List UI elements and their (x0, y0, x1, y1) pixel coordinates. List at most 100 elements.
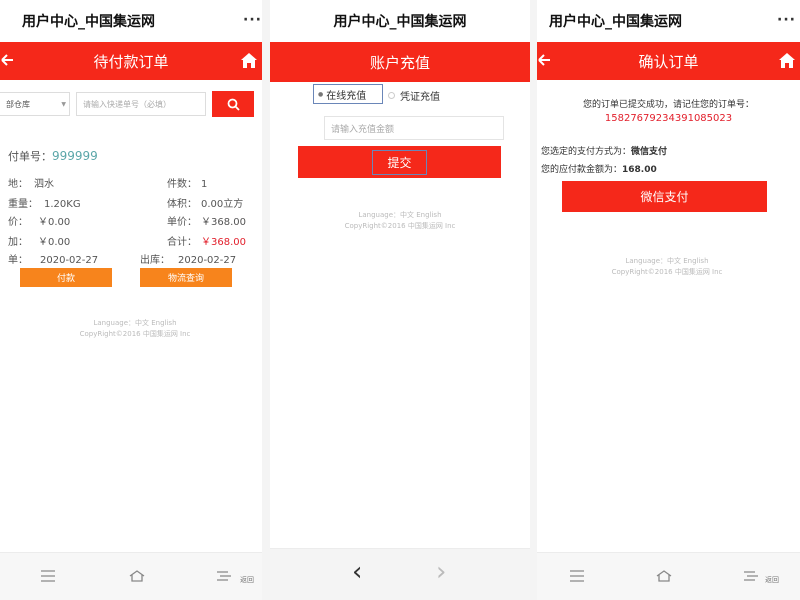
surcharge-field: 加： ￥0.00 (8, 233, 70, 248)
track-shipment-button[interactable]: 物流查询 (140, 268, 232, 287)
weight-field: 重量： 1.20KG (8, 195, 81, 210)
panel-gap (262, 0, 270, 600)
radio-dot-icon: ● (318, 90, 324, 98)
page-title: 账户充值 (369, 53, 430, 72)
window-title: 用户中心_中国集运网 (22, 14, 155, 30)
account-recharge-screen: 用户中心_中国集运网 账户充值 ● 在线充值 凭证充值 请输入充值金额 提交 L… (270, 0, 530, 600)
window-titlebar: 用户中心_中国集运网 (270, 0, 530, 42)
back-chevron-icon[interactable]: ‹ (352, 557, 362, 587)
return-icon[interactable] (743, 569, 759, 583)
amount-due-value: 168.00 (622, 165, 657, 175)
field-label: 价： (8, 217, 28, 228)
window-title: 用户中心_中国集运网 (549, 14, 682, 30)
field-label: 加： (8, 237, 28, 248)
home-icon[interactable] (240, 51, 258, 69)
amount-input[interactable]: 请输入充值金额 (324, 116, 504, 140)
copyright: CopyRight©2016 中国集运网 Inc (611, 268, 723, 276)
home-outline-icon[interactable] (128, 569, 146, 583)
copyright: CopyRight©2016 中国集运网 Inc (344, 222, 456, 230)
page-header: 账户充值 (270, 42, 530, 82)
destination-field: 地： 泗水 (8, 175, 54, 190)
field-label: 出库： (140, 255, 170, 266)
submit-label: 提交 (372, 149, 427, 175)
return-icon[interactable] (216, 569, 232, 583)
unit-price-field: 单价： ￥368.00 (167, 213, 246, 228)
copyright: CopyRight©2016 中国集运网 Inc (79, 330, 191, 338)
field-label: 重量： (8, 199, 38, 210)
order-number-row: 付单号：999999 (8, 148, 98, 164)
wechat-pay-button[interactable]: 微信支付 (562, 181, 767, 212)
page-title: 确认订单 (638, 52, 699, 71)
window-title: 用户中心_中国集运网 (333, 14, 467, 30)
field-value: 泗水 (34, 179, 54, 190)
window-titlebar: 用户中心_中国集运网 ··· (0, 0, 262, 42)
voucher-recharge-option[interactable]: 凭证充值 (388, 88, 440, 103)
search-button[interactable] (212, 91, 254, 117)
bottom-nav: 返回 (537, 552, 800, 600)
success-message: 您的订单已提交成功，请记住您的订单号： (582, 100, 754, 110)
payment-method-value: 微信支付 (631, 147, 668, 157)
back-arrow-icon[interactable] (537, 52, 551, 68)
forward-chevron-icon[interactable]: › (436, 557, 446, 587)
bottom-nav: 返回 (0, 552, 262, 600)
back-label[interactable]: 返回 (765, 575, 779, 585)
field-label: 单： (8, 255, 28, 266)
field-value: 0.00立方 (201, 199, 244, 210)
page-title: 待付款订单 (93, 52, 169, 71)
page-header: 确认订单 (537, 42, 800, 80)
field-value: ￥0.00 (38, 237, 71, 248)
order-date-field: 单： 2020-02-27 (8, 251, 98, 266)
pieces-field: 件数： 1 (167, 175, 207, 190)
field-value: 2020-02-27 (40, 255, 99, 266)
field-label: 体积： (167, 199, 197, 210)
price-field: 价： ￥0.00 (8, 213, 70, 228)
field-value: 2020-02-27 (178, 255, 237, 266)
window-titlebar: 用户中心_中国集运网 ··· (537, 0, 800, 42)
menu-icon[interactable] (40, 569, 56, 583)
volume-field: 体积： 0.00立方 (167, 195, 243, 210)
pay-button[interactable]: 付款 (20, 268, 112, 287)
order-number-label: 付单号： (8, 150, 52, 163)
search-row: 部仓库 ▼ 请输入快递单号（必填） (0, 90, 262, 118)
radio-icon (388, 92, 395, 99)
total-field: 合计： ￥368.00 (167, 233, 246, 248)
warehouse-select-value: 部仓库 (6, 99, 30, 109)
field-value: ￥0.00 (38, 217, 71, 228)
footer: Language：中文 English CopyRight©2016 中国集运网… (300, 210, 500, 232)
amount-due-label: 您的应付款金额为： (541, 165, 623, 175)
home-icon[interactable] (778, 51, 796, 69)
field-label: 合计： (167, 237, 197, 248)
field-value: 1.20KG (44, 199, 81, 210)
language-links[interactable]: Language：中文 English (567, 256, 767, 267)
payment-method-label: 您选定的支付方式为： (541, 147, 632, 157)
field-value: 1 (201, 179, 208, 190)
option-label: 凭证充值 (400, 92, 440, 103)
confirm-order-screen: 用户中心_中国集运网 ··· 确认订单 您的订单已提交成功，请记住您的订单号： … (537, 0, 800, 600)
field-label: 件数： (167, 179, 197, 190)
footer: Language：中文 English CopyRight©2016 中国集运网… (40, 318, 230, 340)
more-menu-icon[interactable]: ··· (777, 12, 796, 28)
field-value: ￥368.00 (201, 217, 246, 228)
option-label: 在线充值 (326, 90, 367, 102)
back-arrow-icon[interactable] (0, 52, 14, 68)
home-outline-icon[interactable] (655, 569, 673, 583)
language-links[interactable]: Language：中文 English (40, 318, 230, 329)
chevron-down-icon: ▼ (61, 100, 66, 108)
field-label: 单价： (167, 217, 197, 228)
language-links[interactable]: Language：中文 English (300, 210, 500, 221)
browser-nav: ‹ › (270, 548, 530, 600)
order-number[interactable]: 999999 (52, 149, 98, 163)
tracking-number-input[interactable]: 请输入快递单号（必填） (76, 92, 206, 116)
more-menu-icon[interactable]: ··· (243, 12, 262, 28)
pending-orders-screen: 用户中心_中国集运网 ··· 待付款订单 部仓库 ▼ 请输入快递单号（必填） 付… (0, 0, 262, 600)
online-recharge-option[interactable]: ● 在线充值 (313, 84, 383, 104)
menu-icon[interactable] (569, 569, 585, 583)
field-value: ￥368.00 (201, 237, 246, 248)
shipped-date-field: 出库： 2020-02-27 (140, 251, 236, 266)
order-number: 15827679234391085023 (604, 113, 733, 124)
back-label[interactable]: 返回 (240, 575, 254, 585)
search-icon (227, 98, 240, 111)
warehouse-select[interactable]: 部仓库 ▼ (0, 92, 70, 116)
submit-button[interactable]: 提交 (298, 146, 501, 178)
amount-due-row: 您的应付款金额为：168.00 (541, 162, 657, 175)
